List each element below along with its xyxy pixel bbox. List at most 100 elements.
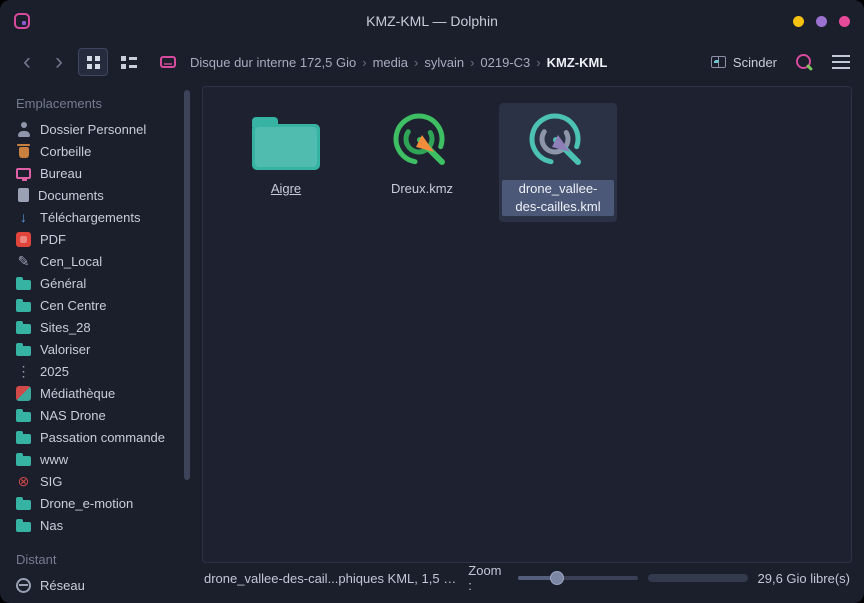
content-area: EmplacementsDossier PersonnelCorbeilleBu… xyxy=(0,82,864,603)
sidebar-item-label: Dossier Personnel xyxy=(40,122,146,137)
zoom-slider-handle[interactable] xyxy=(550,571,564,585)
sidebar-item-label: Sites_28 xyxy=(40,320,91,335)
folder-icon xyxy=(16,522,31,532)
sidebar-item-bureau[interactable]: Bureau xyxy=(0,162,200,184)
sidebar-item-2025[interactable]: ⋮2025 xyxy=(0,360,200,382)
sidebar-item-label: www xyxy=(40,452,68,467)
places-list: EmplacementsDossier PersonnelCorbeilleBu… xyxy=(0,88,200,596)
breadcrumb-root[interactable]: Disque dur interne 172,5 Gio xyxy=(184,55,362,70)
sidebar-item-sites-28[interactable]: Sites_28 xyxy=(0,316,200,338)
sidebar-item-www[interactable]: www xyxy=(0,448,200,470)
breadcrumb-media[interactable]: media xyxy=(367,55,414,70)
pen-icon: ✎ xyxy=(16,254,31,269)
sidebar-item-dossier-personnel[interactable]: Dossier Personnel xyxy=(0,118,200,140)
folder-icon xyxy=(16,412,31,422)
file-item-drone-vallee-des-cailles-kml[interactable]: drone_vallee-des-cailles.kml xyxy=(499,103,617,222)
sidebar-scrollbar[interactable] xyxy=(184,90,190,480)
sidebar-item-label: Général xyxy=(40,276,86,291)
split-button-label: Scinder xyxy=(733,55,777,70)
sidebar-item-documents[interactable]: Documents xyxy=(0,184,200,206)
details-view-button[interactable] xyxy=(114,48,144,76)
sidebar-item-t-l-chargements[interactable]: ↓ Téléchargements xyxy=(0,206,200,228)
sidebar-item-pdf[interactable]: PDF xyxy=(0,228,200,250)
split-button[interactable]: Scinder xyxy=(711,55,777,70)
file-item-dreux-kmz[interactable]: Dreux.kmz xyxy=(363,103,481,204)
statusbar: drone_vallee-des-cail...phiques KML, 1,5… xyxy=(202,563,852,593)
desktop-icon xyxy=(16,168,31,179)
sidebar-item-label: 2025 xyxy=(40,364,69,379)
window-controls xyxy=(793,16,850,27)
maximize-button[interactable] xyxy=(816,16,827,27)
folder-icon xyxy=(16,456,31,466)
sidebar-item-sig[interactable]: ⊗ SIG xyxy=(0,470,200,492)
trash-icon xyxy=(16,144,31,159)
disk-usage-bar xyxy=(648,574,748,582)
titlebar[interactable]: KMZ-KML — Dolphin xyxy=(0,0,864,42)
network-icon xyxy=(16,578,31,593)
folder-icon xyxy=(16,346,31,356)
pdf-icon xyxy=(16,232,31,247)
sidebar-item-nas-drone[interactable]: NAS Drone xyxy=(0,404,200,426)
folder-icon xyxy=(16,434,31,444)
sidebar-item-label: SIG xyxy=(40,474,62,489)
sidebar-item-g-n-ral[interactable]: Général xyxy=(0,272,200,294)
sidebar-item-m-diath-que[interactable]: Médiathèque xyxy=(0,382,200,404)
sidebar-item-valoriser[interactable]: Valoriser xyxy=(0,338,200,360)
selection-info: drone_vallee-des-cail...phiques KML, 1,5… xyxy=(204,571,458,586)
google-earth-kmz-icon xyxy=(389,109,455,175)
dolphin-window: KMZ-KML — Dolphin ‹ › Disque dur interne… xyxy=(0,0,864,603)
search-icon[interactable] xyxy=(795,53,814,72)
file-name: drone_vallee-des-cailles.kml xyxy=(502,180,614,216)
back-button[interactable]: ‹ xyxy=(14,50,40,74)
details-view-icon xyxy=(121,56,137,69)
sidebar-item-label: Drone_e-motion xyxy=(40,496,133,511)
folder-icon xyxy=(252,109,320,175)
sidebar-item-label: Réseau xyxy=(40,578,85,593)
drive-icon xyxy=(160,56,176,68)
minimize-button[interactable] xyxy=(793,16,804,27)
right-pane: Aigre Dreux.kmz drone_vallee-des-cailles.k… xyxy=(200,82,864,603)
breadcrumb: Disque dur interne 172,5 Gio › media › s… xyxy=(160,55,613,70)
sidebar-item-r-seau[interactable]: Réseau xyxy=(0,574,200,596)
toolbar: ‹ › Disque dur interne 172,5 Gio › media… xyxy=(0,42,864,82)
zoom-label: Zoom : xyxy=(468,563,507,593)
user-icon xyxy=(16,122,31,137)
sidebar-item-label: NAS Drone xyxy=(40,408,106,423)
sidebar-item-label: Corbeille xyxy=(40,144,91,159)
document-icon xyxy=(18,188,29,202)
sidebar-item-drone-e-motion[interactable]: Drone_e-motion xyxy=(0,492,200,514)
close-button[interactable] xyxy=(839,16,850,27)
sidebar-item-label: PDF xyxy=(40,232,66,247)
target-icon: ⊗ xyxy=(16,474,31,489)
zoom-slider[interactable] xyxy=(518,576,638,580)
sidebar-item-label: Cen_Local xyxy=(40,254,102,269)
icons-view-button[interactable] xyxy=(78,48,108,76)
folder-icon xyxy=(16,324,31,334)
file-view[interactable]: Aigre Dreux.kmz drone_vallee-des-cailles.k… xyxy=(202,86,852,563)
hamburger-menu-icon[interactable] xyxy=(832,55,850,69)
sidebar-item-label: Médiathèque xyxy=(40,386,115,401)
download-icon: ↓ xyxy=(16,210,31,225)
file-grid: Aigre Dreux.kmz drone_vallee-des-cailles.k… xyxy=(203,87,851,222)
file-name: Aigre xyxy=(267,180,305,198)
free-space-label: 29,6 Gio libre(s) xyxy=(758,571,850,586)
file-item-aigre[interactable]: Aigre xyxy=(227,103,345,204)
sidebar-item-cen-local[interactable]: ✎ Cen_Local xyxy=(0,250,200,272)
sidebar-item-label: Bureau xyxy=(40,166,82,181)
window-title: KMZ-KML — Dolphin xyxy=(0,13,864,29)
breadcrumb-0219-c3[interactable]: 0219-C3 xyxy=(474,55,536,70)
sidebar-item-cen-centre[interactable]: Cen Centre xyxy=(0,294,200,316)
sidebar-item-corbeille[interactable]: Corbeille xyxy=(0,140,200,162)
sidebar-item-label: Documents xyxy=(38,188,104,203)
sidebar-item-label: Valoriser xyxy=(40,342,90,357)
breadcrumb-kmz-kml[interactable]: KMZ-KML xyxy=(541,55,614,70)
breadcrumb-sylvain[interactable]: sylvain xyxy=(418,55,470,70)
sidebar-item-passation-commande[interactable]: Passation commande xyxy=(0,426,200,448)
sidebar-item-nas[interactable]: Nas xyxy=(0,514,200,536)
folder-icon xyxy=(16,302,31,312)
sidebar-item-label: Téléchargements xyxy=(40,210,140,225)
sidebar-item-label: Nas xyxy=(40,518,63,533)
forward-button[interactable]: › xyxy=(46,50,72,74)
folder-icon xyxy=(16,500,31,510)
split-view-icon xyxy=(711,56,726,68)
